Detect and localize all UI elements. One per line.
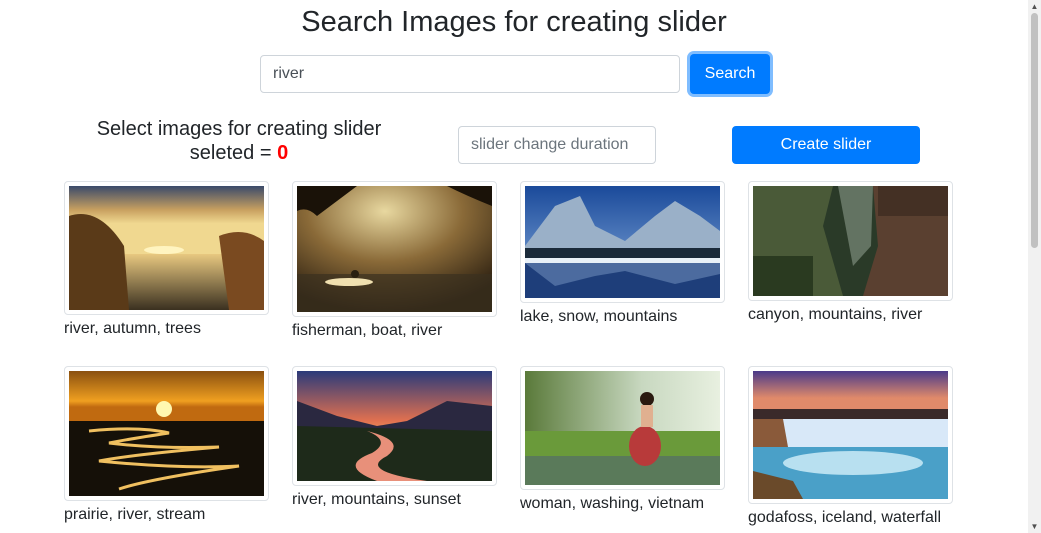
river-autumn-image[interactable]	[69, 186, 264, 310]
page-title: Search Images for creating slider	[301, 6, 727, 38]
search-input[interactable]	[260, 55, 680, 93]
image-thumbnail[interactable]	[748, 181, 953, 301]
image-caption: godafoss, iceland, waterfall	[748, 509, 941, 526]
image-thumbnail[interactable]	[520, 181, 725, 303]
image-card[interactable]: river, mountains, sunset	[292, 366, 497, 510]
selection-count-line: seleted = 0	[80, 141, 398, 165]
selection-prompt: Select images for creating slider	[96, 118, 382, 140]
selection-count-label: seleted =	[189, 142, 272, 164]
image-caption: river, autumn, trees	[64, 320, 201, 337]
scroll-up-icon[interactable]: ▲	[1028, 0, 1041, 13]
image-caption: canyon, mountains, river	[748, 306, 923, 323]
image-thumbnail[interactable]	[520, 366, 725, 490]
fisherman-boat-image[interactable]	[297, 186, 492, 312]
image-card[interactable]: river, autumn, trees	[64, 181, 269, 339]
create-slider-button[interactable]: Create slider	[732, 126, 920, 164]
lake-snow-image[interactable]	[525, 186, 720, 298]
river-sunset-image[interactable]	[297, 371, 492, 481]
prairie-river-image[interactable]	[69, 371, 264, 496]
image-card[interactable]: prairie, river, stream	[64, 366, 269, 525]
scroll-thumb[interactable]	[1031, 13, 1038, 248]
image-card[interactable]: fisherman, boat, river	[292, 181, 497, 341]
image-caption: lake, snow, mountains	[520, 308, 678, 325]
image-caption: fisherman, boat, river	[292, 322, 443, 339]
selection-status: Select images for creating slider selete…	[80, 117, 398, 165]
image-card[interactable]: woman, washing, vietnam	[520, 366, 725, 514]
image-thumbnail[interactable]	[64, 181, 269, 315]
scroll-down-icon[interactable]: ▼	[1028, 520, 1041, 533]
image-caption: river, mountains, sunset	[292, 491, 461, 508]
search-button[interactable]: Search	[690, 54, 770, 94]
image-thumbnail[interactable]	[748, 366, 953, 504]
image-card[interactable]: canyon, mountains, river	[748, 181, 953, 325]
image-card[interactable]: lake, snow, mountains	[520, 181, 725, 327]
canyon-mountains-image[interactable]	[753, 186, 948, 296]
selection-count: 0	[277, 142, 289, 164]
image-caption: woman, washing, vietnam	[520, 495, 705, 512]
image-thumbnail[interactable]	[64, 366, 269, 501]
image-caption: prairie, river, stream	[64, 506, 206, 523]
woman-washing-image[interactable]	[525, 371, 720, 485]
image-card[interactable]: godafoss, iceland, waterfall	[748, 366, 953, 528]
duration-input[interactable]	[458, 126, 656, 164]
godafoss-waterfall-image[interactable]	[753, 371, 948, 499]
image-thumbnail[interactable]	[292, 181, 497, 317]
page-scrollbar[interactable]: ▲ ▼	[1028, 0, 1041, 533]
image-thumbnail[interactable]	[292, 366, 497, 486]
